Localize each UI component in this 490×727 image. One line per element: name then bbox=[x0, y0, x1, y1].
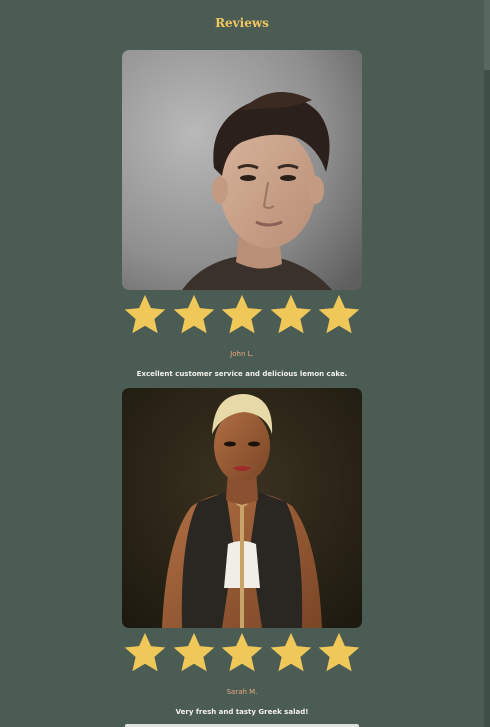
star-icon bbox=[270, 294, 311, 334]
star-icon bbox=[124, 632, 166, 672]
reviewer-photo bbox=[122, 50, 362, 290]
star-icon bbox=[318, 294, 360, 334]
reviewer-photo bbox=[122, 388, 362, 628]
star-icon bbox=[124, 294, 166, 334]
reviewer-name: Sarah M. bbox=[226, 688, 258, 696]
review-text: Excellent customer service and delicious… bbox=[136, 370, 348, 378]
star-icon bbox=[221, 294, 263, 334]
reviews-page: Reviews John L. Excellent customer servi… bbox=[0, 0, 490, 727]
scrollbar-thumb[interactable] bbox=[484, 0, 490, 70]
star-icon bbox=[318, 632, 360, 672]
vertical-scrollbar[interactable] bbox=[484, 0, 490, 727]
star-rating bbox=[122, 630, 362, 676]
section-title: Reviews bbox=[215, 16, 269, 30]
star-icon bbox=[173, 294, 214, 334]
star-rating bbox=[122, 292, 362, 338]
star-icon bbox=[173, 632, 214, 672]
star-icon bbox=[221, 632, 263, 672]
star-icon bbox=[270, 632, 311, 672]
review-text: Very fresh and tasty Greek salad! bbox=[175, 708, 309, 716]
reviewer-name: John L. bbox=[230, 350, 254, 358]
